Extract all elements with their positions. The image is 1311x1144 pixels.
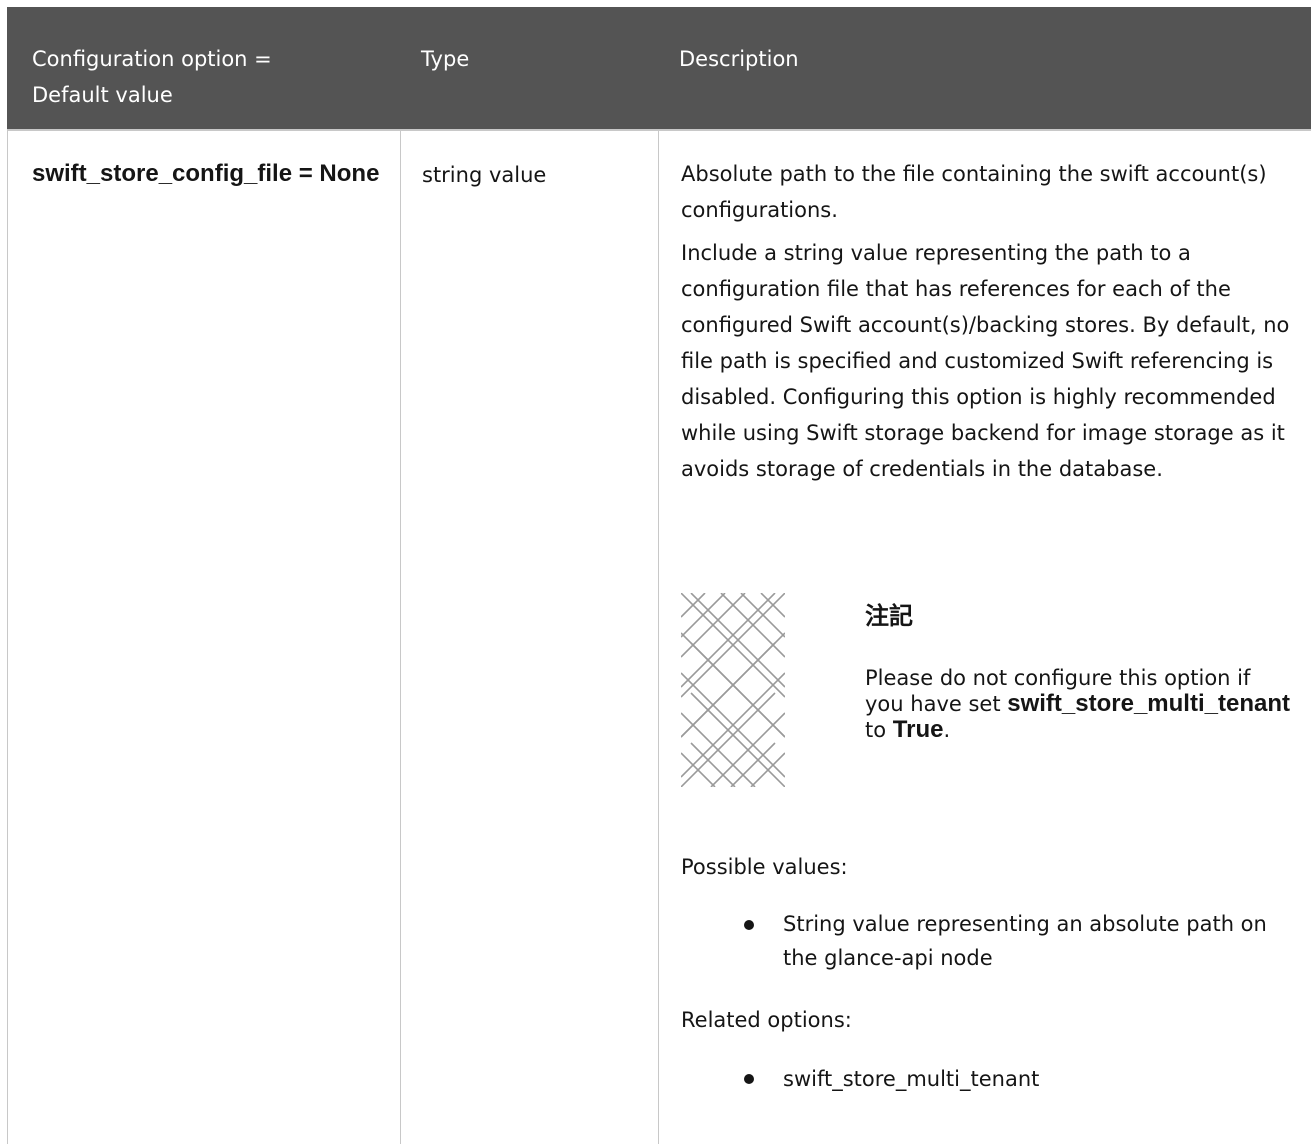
note-body: Please do not configure this option if y… [865, 665, 1295, 743]
note-code-option: swift_store_multi_tenant [1007, 690, 1290, 717]
list-item: swift_store_multi_tenant [783, 1067, 1040, 1091]
list-item: String value representing an absolute pa… [783, 912, 1267, 970]
note-code-value: True [892, 716, 944, 743]
config-options-table: Configuration option = Default value Typ… [7, 7, 1311, 1144]
bullet-icon [744, 1074, 754, 1084]
row-divider [7, 129, 1311, 131]
description-paragraph: Include a string value representing the … [681, 241, 1290, 481]
table-header: Configuration option = Default value Typ… [7, 7, 1311, 129]
description-paragraph: Absolute path to the file containing the… [681, 162, 1267, 222]
column-divider [400, 131, 401, 1144]
header-config-option: Configuration option = Default value [32, 47, 272, 107]
bullet-icon [744, 920, 754, 930]
related-options-label: Related options: [681, 1008, 852, 1032]
note-pattern-icon [681, 593, 785, 787]
header-description: Description [679, 47, 799, 71]
header-type: Type [421, 47, 470, 71]
possible-values-label: Possible values: [681, 855, 848, 879]
note-text: to [865, 718, 887, 742]
note-title: 注記 [865, 602, 913, 630]
column-divider [658, 131, 659, 1144]
note-text: . [943, 718, 951, 742]
option-type: string value [422, 163, 547, 187]
option-name: swift_store_config_file = None [32, 160, 380, 187]
column-divider [7, 131, 8, 1144]
